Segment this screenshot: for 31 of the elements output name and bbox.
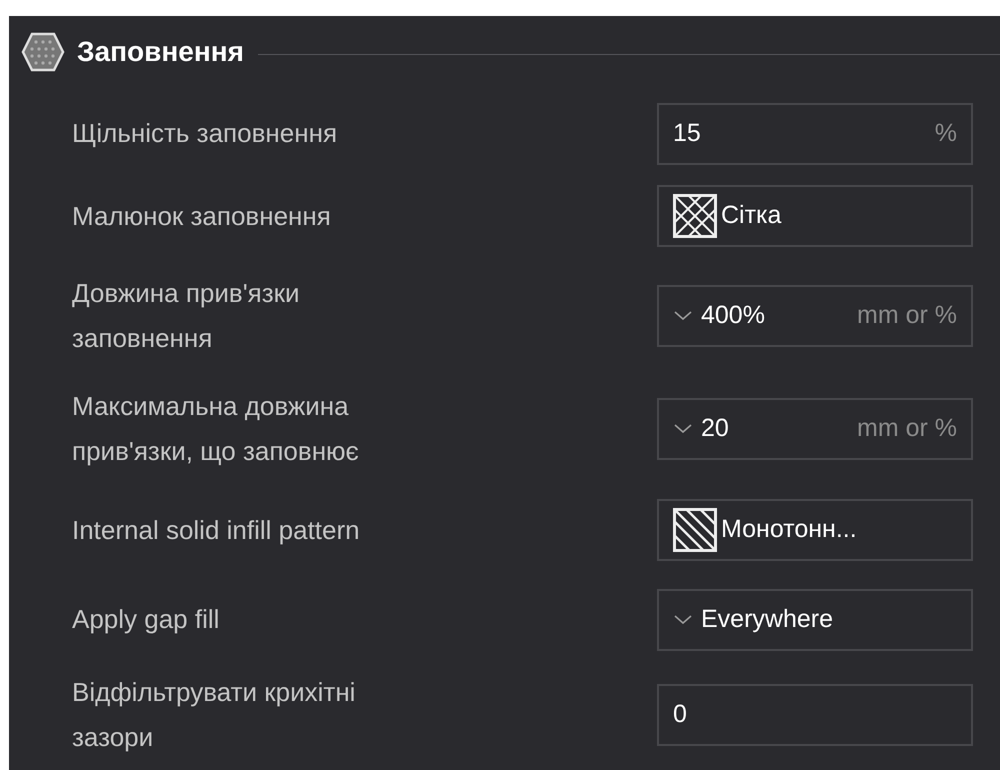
section-title: Заповнення (77, 35, 244, 69)
chevron-down-icon[interactable] (673, 310, 693, 322)
chevron-down-icon[interactable] (673, 614, 693, 626)
field-value: Everywhere (701, 604, 833, 635)
field-value: 20 (701, 412, 729, 444)
field-value: 0 (673, 698, 687, 730)
chevron-down-icon[interactable] (673, 422, 693, 434)
setting-label: Відфільтрувати крихітні зазори (72, 676, 356, 754)
diagonal-lines-icon (673, 508, 717, 552)
input-field[interactable]: 0 (657, 684, 973, 746)
pattern-dropdown[interactable]: Сітка (657, 185, 973, 247)
field-value: Сітка (721, 200, 782, 232)
setting-label: Internal solid infill pattern (72, 514, 361, 546)
setting-label: Довжина прив'язки заповнення (72, 277, 301, 355)
hexagon-icon (21, 32, 65, 72)
setting-label: Щільність заповнення (72, 117, 338, 150)
field-value: 15 (673, 118, 701, 149)
setting-label: Малюнок заповнення (72, 200, 332, 232)
setting-label: Максимальна довжина прив'язки, що заповнює (72, 390, 360, 468)
unit-label: % (934, 118, 957, 149)
unit-label: mm or % (857, 412, 957, 444)
unit-label: mm or % (857, 300, 957, 332)
pattern-dropdown[interactable]: Монотонн... (657, 499, 973, 561)
field-value: Монотонн... (721, 514, 857, 546)
setting-label: Apply gap fill (72, 603, 220, 636)
field-value: 400% (701, 300, 765, 332)
crosshatch-icon (673, 194, 717, 238)
dropdown[interactable]: Everywhere (657, 588, 973, 650)
combo-field[interactable]: 400% mm or % (657, 285, 973, 347)
input-field[interactable]: 15 % (657, 102, 973, 164)
combo-field[interactable]: 20 mm or % (657, 398, 973, 460)
